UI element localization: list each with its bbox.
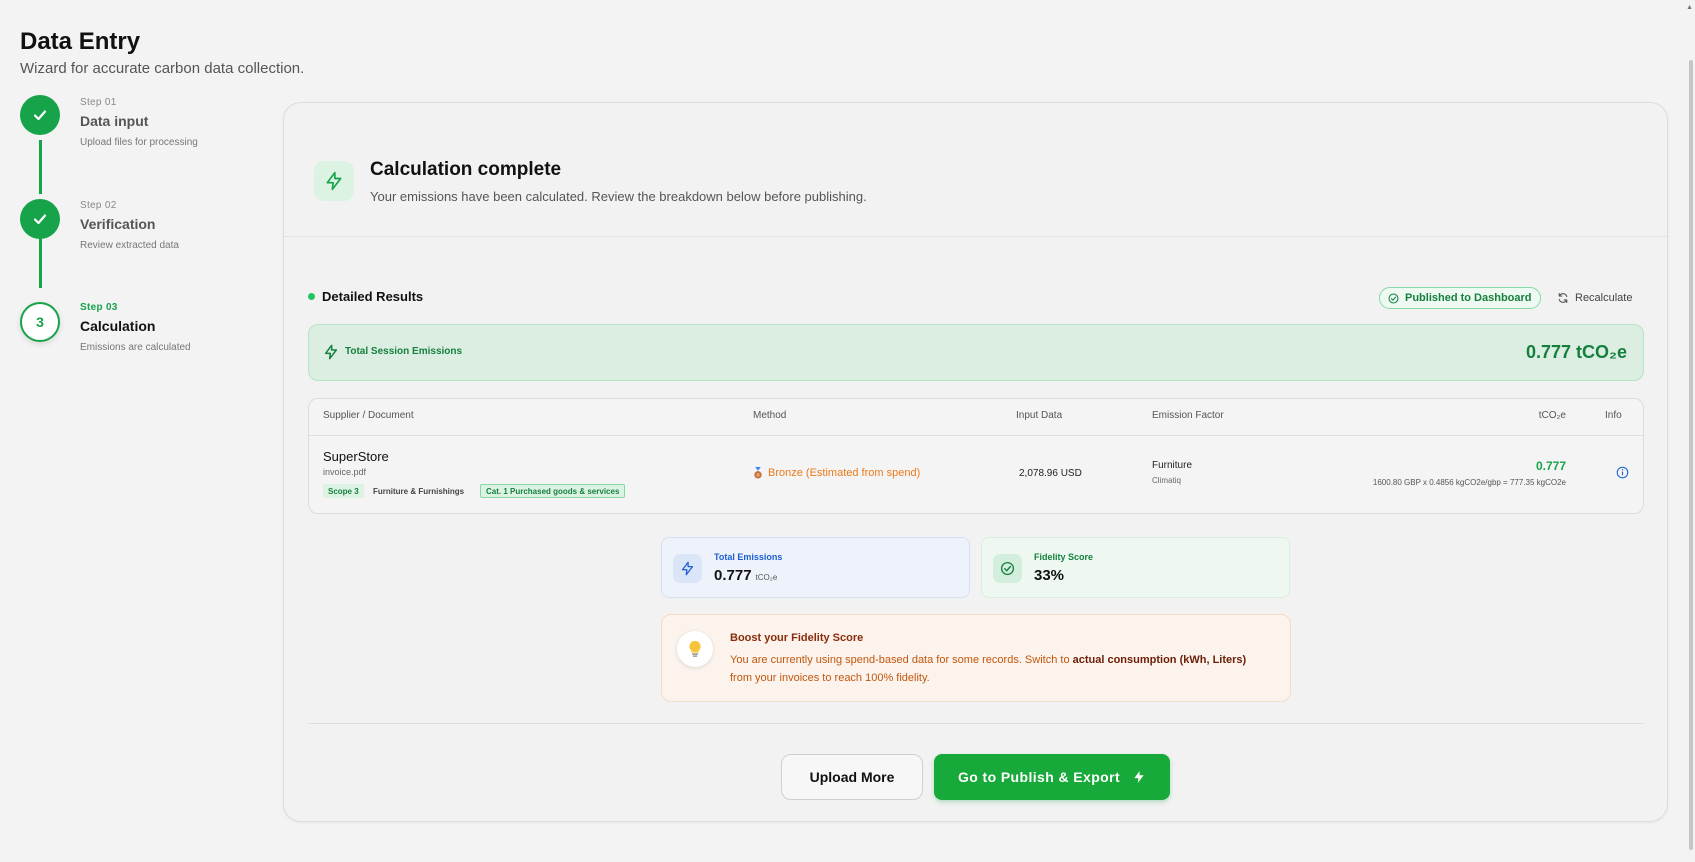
step-3-badge[interactable]: 3 [20, 302, 60, 342]
calculation-formula: 1600.80 GBP x 0.4856 kgCO2e/gbp = 777.35… [1372, 478, 1566, 487]
divider [308, 723, 1644, 724]
check-circle-icon [1000, 561, 1015, 576]
document-filename[interactable]: invoice.pdf [323, 467, 366, 477]
col-header-input: Input Data [1016, 410, 1063, 421]
step-title: Calculation [80, 318, 156, 334]
ghg-category-tag: Cat. 1 Purchased goods & services [480, 484, 626, 498]
total-emissions-value-wrap: 0.777 tCO₂e [714, 567, 777, 584]
published-badge[interactable]: Published to Dashboard [1379, 287, 1541, 309]
calc-subtitle: Your emissions have been calculated. Rev… [370, 189, 867, 204]
total-emissions-unit: tCO₂e [755, 573, 778, 582]
scroll-up-icon[interactable]: ▲ [1686, 4, 1693, 11]
category-tag: Furniture & Furnishings [373, 486, 465, 496]
scrollbar[interactable]: ▲ [1685, 0, 1695, 862]
results-table: Supplier / Document Method Input Data Em… [308, 398, 1644, 514]
step-3[interactable]: Step 03 Calculation Emissions are calcul… [80, 302, 191, 353]
step-number: Step 03 [80, 302, 118, 313]
total-emissions-label: Total Emissions [714, 552, 783, 562]
step-description: Upload files for processing [80, 137, 198, 148]
total-session-label: Total Session Emissions [345, 346, 463, 357]
fidelity-score-value: 33% [1034, 567, 1065, 584]
step-connector [38, 234, 42, 288]
lightning-icon [681, 561, 694, 576]
step-number: Step 01 [80, 97, 117, 108]
lightning-icon [324, 344, 338, 360]
check-icon [33, 214, 47, 225]
boost-fidelity-callout: Boost your Fidelity Score You are curren… [661, 614, 1291, 702]
stat-icon-box [993, 554, 1022, 583]
tco2-value: 0.777 [1535, 459, 1566, 473]
recalculate-button[interactable]: Recalculate [1557, 287, 1632, 309]
boost-text-highlight: actual consumption (kWh, Liters) [1072, 654, 1247, 666]
check-circle-icon [1388, 293, 1399, 303]
info-icon[interactable] [1616, 466, 1629, 484]
calculation-card: Calculation complete Your emissions have… [283, 102, 1668, 822]
boost-title: Boost your Fidelity Score [730, 632, 864, 644]
emission-factor-source: Climatiq [1152, 476, 1181, 485]
lightning-icon [1134, 771, 1144, 783]
calc-icon-box [314, 161, 354, 201]
col-header-factor: Emission Factor [1152, 410, 1224, 421]
input-data-value: 2,078.96 USD [1019, 468, 1082, 479]
step-title: Data input [80, 113, 149, 129]
upload-more-button[interactable]: Upload More [781, 754, 923, 800]
divider [284, 236, 1667, 237]
published-label: Published to Dashboard [1405, 292, 1532, 304]
total-emissions-card: Total Emissions 0.777 tCO₂e [661, 537, 970, 598]
step-2-check[interactable] [20, 199, 60, 239]
recalculate-label: Recalculate [1575, 292, 1633, 304]
lightning-icon [326, 171, 342, 191]
boost-text-part: from your invoices to reach 100% fidelit… [730, 672, 930, 684]
total-session-value: 0.777 tCO₂e [1525, 342, 1627, 362]
step-2[interactable]: Step 02 Verification Review extracted da… [80, 200, 179, 251]
check-icon [33, 110, 47, 121]
calc-title: Calculation complete [370, 159, 562, 180]
col-header-info: Info [1605, 410, 1622, 421]
lightbulb-icon [677, 631, 713, 667]
publish-export-label: Go to Publish & Export [957, 769, 1121, 785]
status-dot [308, 293, 315, 300]
total-emissions-value: 0.777 [714, 567, 752, 584]
scope-tag: Scope 3 [323, 484, 364, 498]
page-title: Data Entry [20, 28, 141, 55]
step-description: Review extracted data [80, 240, 179, 251]
refresh-icon [1558, 292, 1568, 304]
total-session-emissions: Total Session Emissions 0.777 tCO₂e [308, 324, 1644, 381]
supplier-name: SuperStore [323, 449, 389, 464]
emission-factor-name: Furniture [1152, 460, 1193, 471]
step-title: Verification [80, 216, 156, 232]
divider [309, 435, 1643, 436]
col-header-tco2: tCO₂e [1538, 410, 1566, 421]
boost-text: You are currently using spend-based data… [730, 651, 1270, 687]
step-1-check[interactable] [20, 95, 60, 135]
wizard-stepper: Step 01 Data input Upload files for proc… [20, 95, 260, 380]
step-description: Emissions are calculated [80, 342, 191, 353]
page-subtitle: Wizard for accurate carbon data collecti… [20, 60, 305, 77]
fidelity-score-label: Fidelity Score [1034, 552, 1094, 562]
fidelity-score-card: Fidelity Score 33% [981, 537, 1290, 598]
method-label: Bronze (Estimated from spend) [768, 467, 921, 479]
publish-export-button[interactable]: Go to Publish & Export [934, 754, 1170, 800]
col-header-supplier: Supplier / Document [323, 410, 414, 421]
step-number: Step 02 [80, 200, 117, 211]
results-title: Detailed Results [322, 289, 424, 304]
method-cell: Bronze (Estimated from spend) [753, 467, 920, 479]
step-1[interactable]: Step 01 Data input Upload files for proc… [80, 97, 198, 148]
boost-text-part: You are currently using spend-based data… [730, 654, 1073, 666]
stat-icon-box [673, 554, 702, 583]
medal-icon [754, 467, 762, 479]
step-connector [38, 140, 42, 194]
col-header-method: Method [753, 410, 787, 421]
scrollbar-thumb[interactable] [1689, 60, 1693, 850]
